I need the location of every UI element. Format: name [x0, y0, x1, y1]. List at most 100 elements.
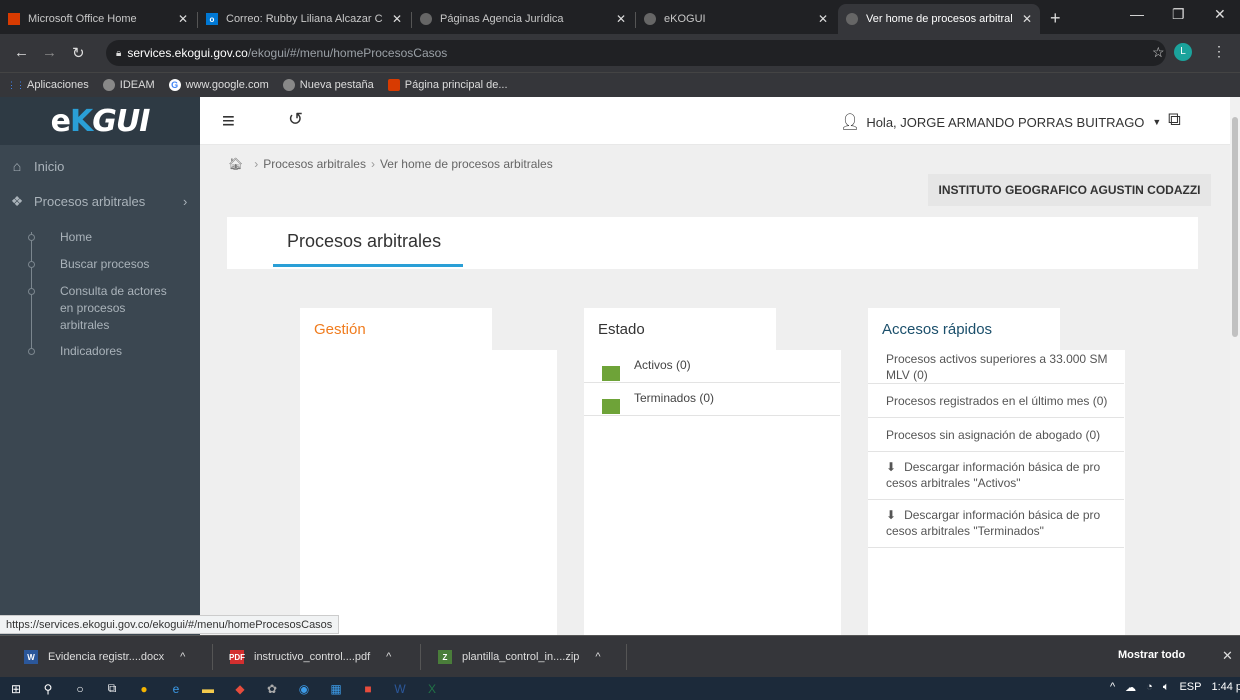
acceso-registrados-ultimo-mes[interactable]: Procesos registrados en el último mes (0… — [868, 384, 1124, 418]
reload-icon[interactable]: ↻ — [72, 44, 85, 62]
download-item-pdf[interactable]: PDF instructivo_control....pdf ^ — [229, 636, 391, 678]
download-item-docx[interactable]: W Evidencia registr....docx ^ — [24, 636, 185, 678]
back-arrow-icon[interactable]: ← — [14, 44, 29, 61]
forward-arrow-icon[interactable]: → — [42, 44, 57, 61]
file-explorer-icon[interactable]: ▬ — [192, 682, 224, 696]
windows-start-icon[interactable]: ⊞ — [0, 682, 32, 696]
sidebar-subitem-buscar[interactable]: Buscar procesos — [28, 256, 198, 273]
word-file-icon: W — [24, 650, 38, 664]
history-icon[interactable]: ↺ — [288, 109, 303, 130]
volume-icon[interactable]: 🔈︎ — [1163, 681, 1170, 694]
menu-kebab-icon[interactable]: ⋮ — [1212, 43, 1226, 60]
breadcrumb-current: Ver home de procesos arbitrales — [379, 157, 553, 171]
breadcrumb-procesos[interactable]: Procesos arbitrales — [263, 157, 366, 171]
estado-card: Activos (0) Terminados (0) — [584, 350, 841, 635]
tab-outlook[interactable]: o Correo: Rubby Liliana Alcazar C ✕ — [198, 4, 410, 34]
browser-app-icon[interactable]: ◉ — [288, 682, 320, 696]
close-icon[interactable]: ✕ — [616, 12, 626, 26]
office-icon — [387, 79, 400, 91]
zip-file-icon: Z — [438, 650, 452, 664]
chevron-up-icon[interactable]: ^ — [595, 651, 600, 663]
close-icon[interactable]: ✕ — [392, 12, 402, 26]
download-bar: W Evidencia registr....docx ^ PDF instru… — [0, 635, 1240, 677]
main-content: 🏠︎ › Procesos arbitrales › Ver home de p… — [200, 145, 1230, 635]
tab-strip: Microsoft Office Home ✕ o Correo: Rubby … — [0, 0, 1240, 34]
close-icon[interactable]: ✕ — [1022, 12, 1032, 26]
shield-app-icon[interactable]: ◆ — [224, 682, 256, 696]
tree-node-icon — [28, 348, 35, 355]
download-divider — [420, 644, 421, 670]
powerpoint-icon[interactable]: ■ — [352, 682, 384, 696]
estado-activos-row[interactable]: Activos (0) — [584, 350, 840, 383]
excel-icon[interactable]: X — [416, 682, 448, 696]
language-indicator[interactable]: ESP — [1179, 681, 1201, 694]
wifi-icon[interactable]: ◔ — [1146, 681, 1153, 694]
chevron-up-icon[interactable]: ^ — [180, 651, 185, 663]
tab-agencia[interactable]: Páginas Agencia Jurídica ✕ — [412, 4, 634, 34]
url-field[interactable]: 🔒︎ services.ekogui.gov.co/ekogui/#/menu/… — [106, 40, 1166, 66]
close-icon[interactable]: ✕ — [178, 12, 188, 26]
search-icon[interactable]: ⚲ — [32, 682, 64, 696]
profile-avatar[interactable]: L — [1174, 43, 1192, 61]
cortana-icon[interactable]: ○ — [64, 682, 96, 696]
bookmark-star-icon[interactable]: ☆ — [1152, 44, 1165, 61]
word-icon[interactable]: W — [384, 682, 416, 696]
sidebar-subitem-home[interactable]: Home — [28, 229, 198, 246]
edge-icon[interactable]: e — [160, 682, 192, 696]
clock[interactable]: 1:44 p. m. — [1211, 681, 1240, 694]
hamburger-menu-icon[interactable]: ≡ — [222, 108, 235, 134]
status-square-icon — [602, 399, 620, 414]
download-item-zip[interactable]: Z plantilla_control_in....zip ^ — [438, 636, 601, 678]
sidebar-item-inicio[interactable]: ⌂ Inicio — [8, 156, 65, 176]
close-icon[interactable]: ✕ — [1222, 648, 1233, 664]
bookmark-google[interactable]: G www.google.com — [168, 79, 269, 91]
minimize-icon[interactable]: — — [1130, 6, 1144, 22]
caret-down-icon: ▼ — [1152, 117, 1162, 127]
teams-icon[interactable]: ▦ — [320, 682, 352, 696]
tab-procesos-arbitrales[interactable]: Ver home de procesos arbitral ✕ — [838, 4, 1040, 34]
bookmark-office[interactable]: Página principal de... — [387, 79, 508, 91]
gestion-card-header: Gestión — [300, 308, 492, 350]
page-scrollbar[interactable] — [1230, 97, 1240, 635]
breadcrumb: 🏠︎ › Procesos arbitrales › Ver home de p… — [228, 157, 553, 171]
gestion-card — [300, 350, 557, 635]
chrome-icon[interactable]: ● — [128, 682, 160, 696]
show-all-downloads-button[interactable]: Mostrar todo — [1118, 649, 1185, 661]
estado-terminados-row[interactable]: Terminados (0) — [584, 383, 840, 416]
acceso-descargar-activos[interactable]: ⬇︎ Descargar información básica de pro ce… — [868, 452, 1124, 500]
home-icon[interactable]: 🏠︎ — [228, 157, 243, 171]
scrollbar-thumb[interactable] — [1232, 117, 1238, 337]
external-link-icon[interactable]: ⧉ — [1168, 109, 1181, 130]
tab-office[interactable]: Microsoft Office Home ✕ — [0, 4, 196, 34]
acceso-descargar-terminados[interactable]: ⬇︎ Descargar información básica de pro ce… — [868, 500, 1124, 548]
user-icon: 👤︎ — [840, 114, 861, 131]
apps-grid-icon: ⋮⋮ — [7, 79, 25, 90]
sidebar-subitem-consulta-actores[interactable]: Consulta de actores en procesos arbitral… — [28, 283, 176, 334]
download-icon: ⬇︎ — [886, 508, 897, 522]
page-title: Procesos arbitrales — [287, 231, 442, 251]
tree-node-icon — [28, 261, 35, 268]
acceso-sin-abogado[interactable]: Procesos sin asignación de abogado (0) — [868, 418, 1124, 452]
task-view-icon[interactable]: ⧉ — [96, 681, 128, 696]
restore-icon[interactable]: ❐ — [1172, 6, 1185, 23]
close-window-icon[interactable]: ✕ — [1214, 6, 1226, 23]
tab-ekogui[interactable]: eKOGUI ✕ — [636, 4, 836, 34]
sidebar-subitem-indicadores[interactable]: Indicadores — [28, 343, 198, 360]
bookmark-ideam[interactable]: IDEAM — [102, 79, 155, 91]
bookmark-nueva-pestana[interactable]: Nueva pestaña — [282, 79, 374, 91]
globe-icon — [102, 79, 115, 91]
new-tab-button[interactable]: + — [1050, 8, 1061, 29]
globe-icon — [644, 13, 656, 25]
chevron-up-icon[interactable]: ^ — [386, 651, 391, 663]
app-icon[interactable]: ✿ — [256, 682, 288, 696]
onedrive-icon[interactable]: ☁︎ — [1125, 681, 1136, 694]
ekogui-logo[interactable]: e K GUI — [0, 97, 200, 145]
close-icon[interactable]: ✕ — [818, 12, 828, 26]
user-menu[interactable]: 👤︎ Hola, JORGE ARMANDO PORRAS BUITRAGO ▼ — [840, 112, 1161, 132]
tray-chevron-icon[interactable]: ^ — [1110, 681, 1115, 694]
bookmark-apps[interactable]: ⋮⋮ Aplicaciones — [7, 79, 89, 91]
sidebar-item-procesos-arbitrales[interactable]: ❖ Procesos arbitrales › — [8, 191, 198, 211]
globe-icon — [846, 13, 858, 25]
bookmarks-bar: ⋮⋮ Aplicaciones IDEAM G www.google.com N… — [0, 72, 1240, 97]
acceso-activos-superiores[interactable]: Procesos activos superiores a 33.000 SM … — [868, 350, 1124, 384]
